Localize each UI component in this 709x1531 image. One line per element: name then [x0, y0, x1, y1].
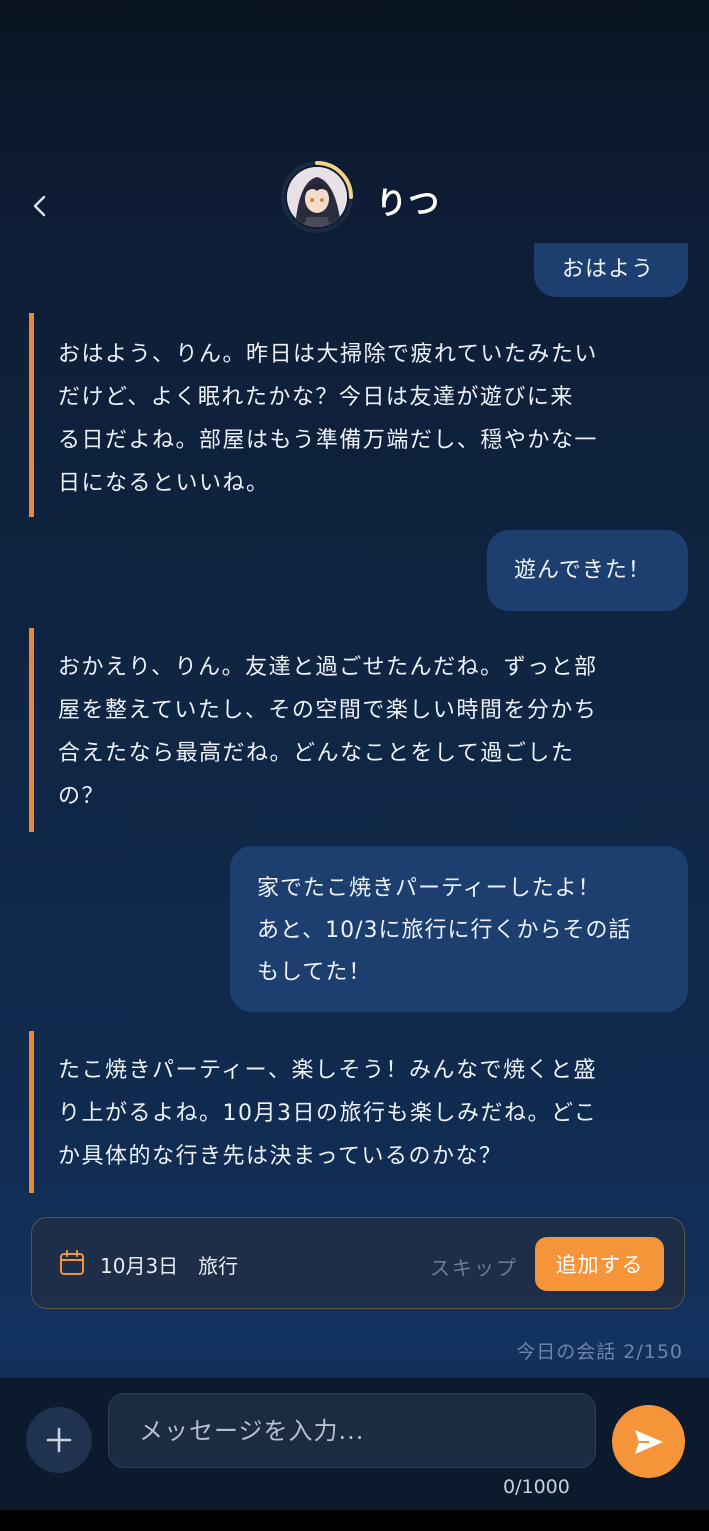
back-button[interactable]: [22, 188, 58, 224]
bot-message-line: だけど、よく眠れたかな？今日は友達が遊びに来: [58, 385, 574, 410]
character-avatar[interactable]: [280, 160, 354, 234]
message-input[interactable]: [108, 1393, 596, 1468]
user-message-bubble: 遊んできた！: [487, 530, 688, 611]
attach-button[interactable]: [26, 1407, 92, 1473]
suggestion-text: 10月3日 旅行: [100, 1254, 239, 1278]
send-button[interactable]: [612, 1405, 685, 1478]
character-name: りつ: [376, 186, 441, 222]
event-suggestion-card: 10月3日 旅行 スキップ 追加する: [31, 1217, 685, 1309]
composer-bar: 0/1000: [0, 1378, 709, 1510]
user-message-line: もしてた！: [257, 960, 372, 985]
bot-message-line: り上がるよね。10月3日の旅行も楽しみだね。どこ: [58, 1101, 598, 1126]
chat-header: りつ: [0, 150, 709, 250]
user-message-bubble: 家でたこ焼きパーティーしたよ！ あと、10/3に旅行に行くからその話 もしてた！: [230, 846, 688, 1012]
bot-message-line: おはよう、りん。昨日は大掃除で疲れていたみたい: [58, 342, 598, 367]
avatar-image: [287, 167, 347, 227]
skip-button[interactable]: スキップ: [430, 1252, 518, 1281]
bot-message-line: 日になるといいね。: [58, 471, 270, 496]
user-message-text: おはよう: [562, 257, 655, 282]
chevron-left-icon: [33, 195, 46, 217]
add-button[interactable]: 追加する: [535, 1237, 664, 1291]
character-count: 0/1000: [503, 1476, 570, 1498]
plus-icon: [46, 1427, 72, 1453]
bot-message-line: 合えたなら最高だね。どんなことをして過ごした: [58, 741, 575, 766]
user-message-bubble: おはよう: [534, 243, 688, 297]
bot-message-line: たこ焼きパーティー、楽しそう！みんなで焼くと盛: [58, 1058, 597, 1083]
user-message-line: 家でたこ焼きパーティーしたよ！: [257, 876, 601, 901]
send-icon: [634, 1429, 663, 1454]
bot-message-line: の？: [58, 784, 106, 809]
bot-message-line: る日だよね。部屋はもう準備万端だし、穏やかな一: [58, 428, 598, 453]
calendar-icon: [60, 1250, 84, 1275]
bot-message: おかえり、りん。友達と過ごせたんだね。ずっと部 屋を整えていたし、その空間で楽し…: [29, 628, 629, 832]
user-message-line: あと、10/3に旅行に行くからその話: [257, 918, 632, 943]
bot-message: おはよう、りん。昨日は大掃除で疲れていたみたい だけど、よく眠れたかな？今日は友…: [29, 313, 629, 517]
bot-message: たこ焼きパーティー、楽しそう！みんなで焼くと盛 り上がるよね。10月3日の旅行も…: [29, 1031, 629, 1193]
system-nav-strip: [0, 1510, 709, 1531]
bot-message-line: 屋を整えていたし、その空間で楽しい時間を分かち: [58, 698, 598, 723]
bot-message-line: おかえり、りん。友達と過ごせたんだね。ずっと部: [58, 655, 598, 680]
bot-message-line: か具体的な行き先は決まっているのかな？: [58, 1144, 503, 1169]
daily-message-counter: 今日の会話 2/150: [516, 1341, 683, 1363]
user-message-text: 遊んできた！: [514, 558, 651, 583]
